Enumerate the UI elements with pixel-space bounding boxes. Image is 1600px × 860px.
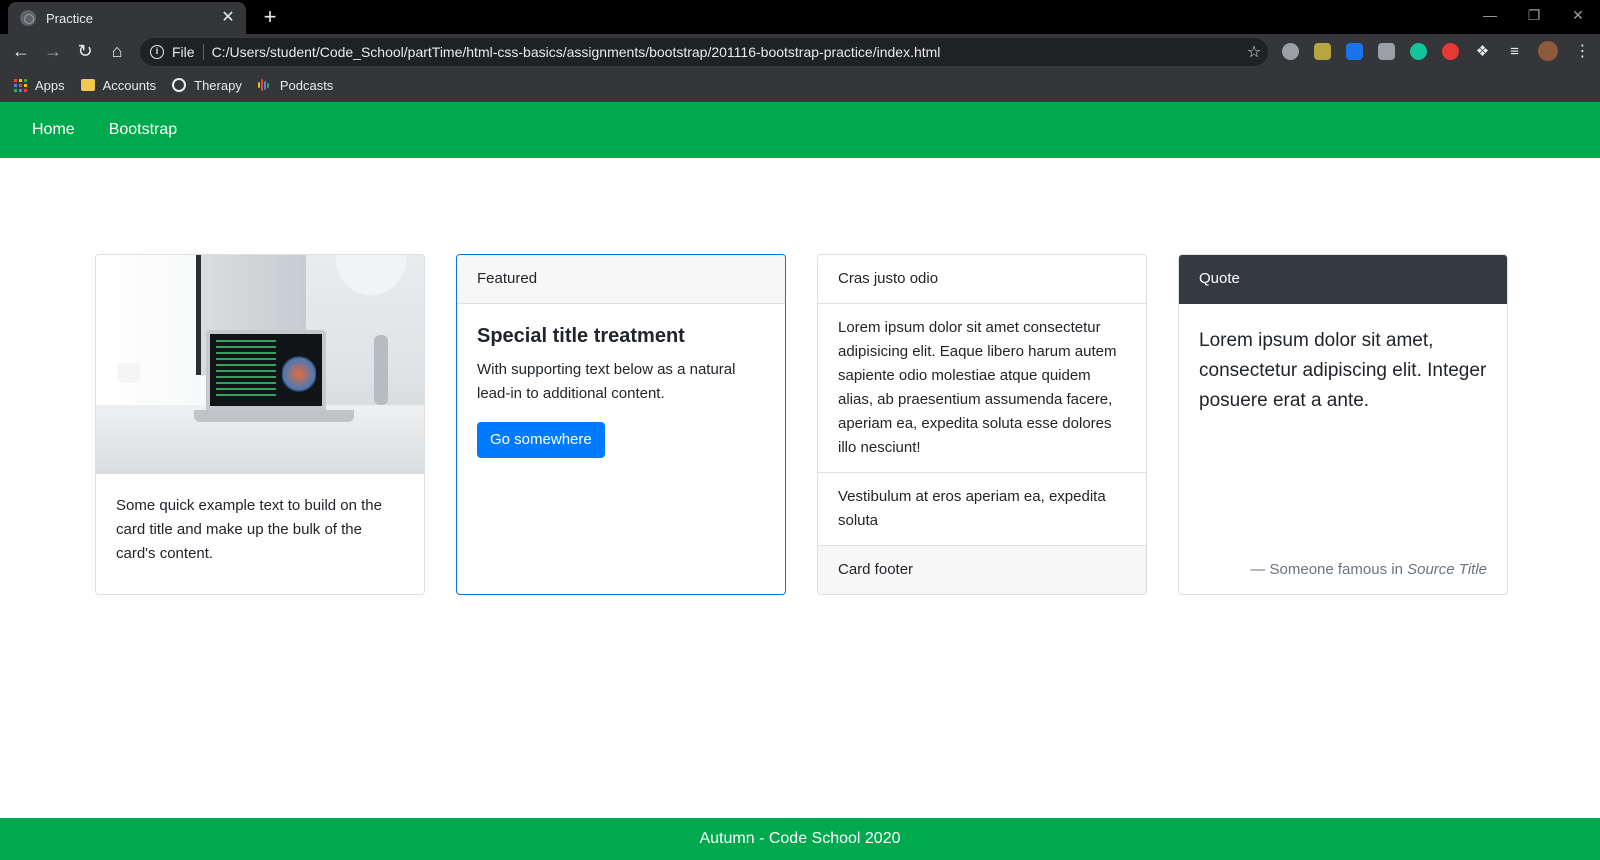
featured-card: Featured Special title treatment With su… [456, 254, 786, 595]
list-item: Lorem ipsum dolor sit amet consectetur a… [818, 304, 1146, 473]
bookmark-podcasts[interactable]: Podcasts [257, 77, 334, 93]
quote-source: Source Title [1407, 561, 1487, 578]
card-footer: Card footer [818, 545, 1146, 594]
globe-icon [172, 78, 187, 92]
media-queue-icon[interactable]: ≡ [1506, 43, 1523, 60]
restore-window-icon[interactable]: ❐ [1512, 0, 1556, 30]
home-icon[interactable]: ⌂ [104, 38, 130, 64]
bookmark-label: Podcasts [279, 77, 334, 93]
extension-icon[interactable] [1282, 43, 1299, 60]
bookmark-star-icon[interactable]: ☆ [1240, 42, 1268, 62]
extension-icon[interactable] [1346, 43, 1363, 60]
podcasts-icon [257, 78, 272, 92]
reload-icon[interactable]: ↻ [72, 38, 98, 64]
menu-kebab-icon[interactable]: ⋮ [1574, 43, 1591, 60]
extension-icon[interactable] [1378, 43, 1395, 60]
new-tab-button[interactable]: + [258, 6, 282, 30]
back-arrow-icon[interactable]: ← [8, 38, 34, 64]
nav-link-home[interactable]: Home [32, 121, 75, 139]
card-text: With supporting text below as a natural … [477, 361, 736, 402]
site-info-icon[interactable]: i [150, 45, 164, 59]
page-footer: Autumn - Code School 2020 [0, 818, 1600, 860]
minimize-window-icon[interactable]: — [1468, 0, 1512, 30]
bookmark-therapy[interactable]: Therapy [172, 78, 242, 93]
tab-favicon-icon [20, 10, 36, 26]
quote-card: Quote Lorem ipsum dolor sit amet, consec… [1178, 254, 1508, 595]
list-group-card: Cras justo odio Lorem ipsum dolor sit am… [817, 254, 1147, 595]
tab-title: Practice [46, 10, 93, 26]
browser-tab[interactable]: Practice ✕ [8, 2, 246, 34]
blockquote-footer: — Someone famous in Source Title [1250, 558, 1487, 582]
browser-tab-bar: Practice ✕ + — ❐ ✕ [0, 0, 1600, 34]
extension-icon[interactable] [1314, 43, 1331, 60]
browser-toolbar: ← → ↻ ⌂ i File C:/Users/student/Code_Sch… [0, 34, 1600, 68]
extension-icon[interactable] [1442, 43, 1459, 60]
blockquote-text: Lorem ipsum dolor sit amet, consectetur … [1199, 330, 1487, 411]
card-body: Some quick example text to build on the … [96, 474, 424, 586]
card-title: Special title treatment [477, 325, 685, 347]
card-header: Cras justo odio [818, 255, 1146, 304]
forward-arrow-icon[interactable]: → [40, 38, 66, 64]
laptop-desk-photo [96, 255, 424, 474]
puzzle-icon[interactable]: ❖ [1474, 43, 1491, 60]
address-bar[interactable]: i File C:/Users/student/Code_School/part… [140, 38, 1268, 66]
tab-close-icon[interactable]: ✕ [220, 10, 236, 26]
card-text: Some quick example text to build on the … [116, 497, 382, 562]
quote-attribution: — Someone famous in [1250, 561, 1403, 578]
go-somewhere-button[interactable]: Go somewhere [477, 422, 605, 458]
grammarly-icon[interactable] [1410, 43, 1427, 60]
card-header: Featured [457, 255, 785, 304]
bookmark-label: Apps [35, 77, 65, 93]
url-text[interactable]: C:/Users/student/Code_School/partTime/ht… [212, 44, 1240, 60]
folder-icon [80, 79, 95, 91]
apps-grid-icon [14, 78, 27, 92]
bookmarks-bar: Apps Accounts Therapy Podcasts [0, 68, 1600, 102]
profile-avatar[interactable] [1538, 41, 1558, 61]
card-body: Special title treatment With supporting … [457, 304, 785, 478]
bookmark-accounts[interactable]: Accounts [80, 77, 157, 93]
page-navbar: Home Bootstrap [0, 102, 1600, 158]
list-item: Vestibulum at eros aperiam ea, expedita … [838, 488, 1106, 529]
address-divider [202, 44, 204, 60]
bookmark-apps[interactable]: Apps [14, 78, 65, 93]
bookmark-label: Therapy [194, 77, 242, 93]
close-window-icon[interactable]: ✕ [1556, 0, 1600, 30]
image-card: Some quick example text to build on the … [95, 254, 425, 595]
url-scheme: File [172, 44, 195, 60]
card-header: Quote [1179, 255, 1507, 304]
nav-link-bootstrap[interactable]: Bootstrap [109, 121, 177, 139]
bookmark-label: Accounts [102, 77, 157, 93]
